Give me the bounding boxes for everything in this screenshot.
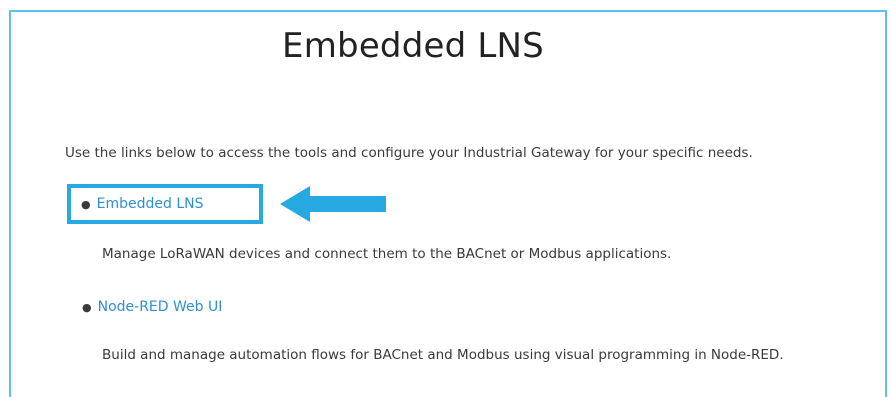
page-title: Embedded LNS: [282, 26, 544, 66]
embedded-lns-description: Manage LoRaWAN devices and connect them …: [102, 246, 672, 262]
bullet-icon: ●: [82, 300, 92, 314]
list-item-node-red: ● Node-RED Web UI: [82, 299, 222, 315]
node-red-web-ui-link[interactable]: Node-RED Web UI: [98, 299, 223, 315]
intro-text: Use the links below to access the tools …: [65, 145, 753, 161]
highlight-box: [67, 184, 263, 224]
node-red-description: Build and manage automation flows for BA…: [102, 347, 784, 363]
left-arrow-icon: [280, 186, 386, 222]
